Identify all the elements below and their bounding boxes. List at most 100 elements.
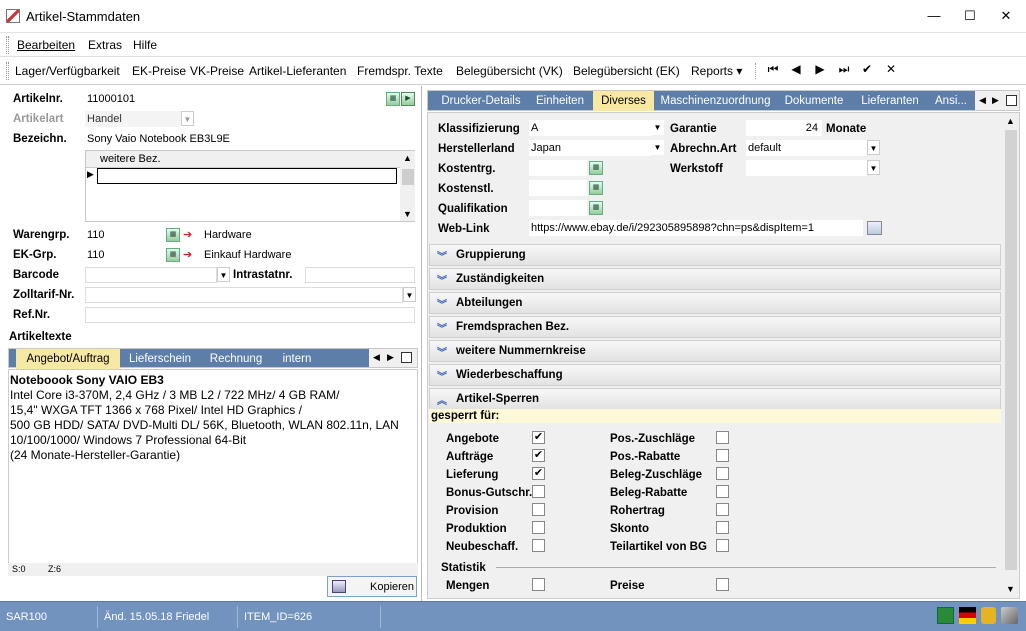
ekgrp-lookup-icon[interactable]: ▦	[166, 248, 180, 262]
section-wiederbeschaffung[interactable]: ︾ Wiederbeschaffung	[429, 364, 1001, 386]
sperre-checkbox[interactable]: ✔	[532, 467, 545, 480]
next-record-icon[interactable]: ▶	[811, 62, 829, 76]
tab-angebot-auftrag[interactable]: Angebot/Auftrag	[16, 349, 120, 369]
refnr-input[interactable]	[85, 307, 415, 323]
intrastat-input[interactable]	[305, 267, 415, 283]
barcode-input[interactable]	[85, 267, 217, 283]
abrechn-select[interactable]: default	[746, 140, 867, 156]
tab-maschinenzuordnung[interactable]: Maschinenzuordnung	[658, 91, 773, 111]
close-button[interactable]: ✕	[996, 6, 1016, 26]
warengrp-input[interactable]: 110	[85, 227, 165, 243]
excel-icon[interactable]	[937, 607, 954, 624]
toolbar-artikel-lieferanten[interactable]: Artikel-Lieferanten	[249, 64, 346, 78]
first-record-icon[interactable]: ⏮	[764, 62, 782, 77]
werkstoff-select[interactable]	[746, 160, 867, 176]
sperre-checkbox[interactable]	[716, 431, 729, 444]
werkstoff-dropdown-icon[interactable]: ▼	[867, 160, 880, 175]
cancel-x-icon[interactable]: ✕	[882, 62, 900, 76]
abrechn-dropdown-icon[interactable]: ▼	[867, 140, 880, 155]
scroll-thumb[interactable]	[402, 169, 414, 185]
tab-menu-icon[interactable]	[401, 352, 412, 363]
qualifikation-input[interactable]	[529, 200, 587, 216]
sperre-checkbox[interactable]	[716, 467, 729, 480]
detail-tab-menu-icon[interactable]	[1006, 95, 1017, 106]
zolltarif-dropdown-icon[interactable]: ▼	[403, 287, 416, 302]
tab-lieferanten[interactable]: Lieferanten	[855, 91, 925, 111]
toolbar-belegübersicht-vk[interactable]: Belegübersicht (VK)	[456, 64, 563, 78]
scroll-up-icon[interactable]: ▲	[403, 153, 412, 163]
sperre-checkbox[interactable]	[532, 521, 545, 534]
sperre-checkbox[interactable]: ✔	[532, 431, 545, 444]
ekgrp-input[interactable]: 110	[85, 247, 165, 263]
section-artikel-sperren[interactable]: ︽ Artikel-Sperren	[429, 388, 1001, 410]
artikelart-select[interactable]: Handel	[85, 111, 181, 127]
diverses-scroll-down-icon[interactable]: ▼	[1006, 584, 1015, 594]
tab-rechnung[interactable]: Rechnung	[200, 349, 272, 369]
tab-intern[interactable]: intern	[274, 349, 320, 369]
herstellerland-dropdown-icon[interactable]: ▼	[651, 140, 664, 155]
sperre-checkbox[interactable]	[716, 539, 729, 552]
scroll-down-icon[interactable]: ▼	[403, 209, 412, 219]
tab-scroll-right-icon[interactable]: ▶	[387, 352, 394, 363]
bezeichnung-input[interactable]: Sony Vaio Notebook EB3L9E	[85, 131, 415, 147]
zolltarif-input[interactable]	[85, 287, 403, 303]
prev-record-icon[interactable]: ◀	[787, 62, 805, 76]
section-abteilungen[interactable]: ︾ Abteilungen	[429, 292, 1001, 314]
open-link-icon[interactable]	[867, 221, 882, 235]
garantie-input[interactable]: 24	[746, 120, 822, 136]
tab-dokumente[interactable]: Dokumente	[779, 91, 849, 111]
toolbar-reports[interactable]: Reports ▾	[691, 64, 742, 78]
tab-lieferschein[interactable]: Lieferschein	[122, 349, 198, 369]
menu-extras[interactable]: Extras	[88, 38, 122, 52]
kostenstl-lookup-icon[interactable]: ▦	[589, 181, 603, 195]
tab-diverses[interactable]: Diverses	[593, 91, 654, 111]
qualifikation-lookup-icon[interactable]: ▦	[589, 201, 603, 215]
green-arrow-icon[interactable]: ▶	[401, 92, 415, 106]
section-gruppierung[interactable]: ︾ Gruppierung	[429, 244, 1001, 266]
toolbar-fremdspr-texte[interactable]: Fremdspr. Texte	[357, 64, 443, 78]
herstellerland-select[interactable]: Japan	[529, 140, 651, 156]
sperre-checkbox[interactable]: ✔	[532, 449, 545, 462]
menu-hilfe[interactable]: Hilfe	[133, 38, 157, 52]
tab-drucker-details[interactable]: Drucker-Details	[438, 91, 524, 111]
tools-icon[interactable]	[1001, 607, 1018, 624]
ekgrp-goto-icon[interactable]: ➔	[183, 248, 195, 262]
artikelart-dropdown-icon[interactable]: ▼	[181, 111, 194, 126]
lookup-icon[interactable]: ▦	[386, 92, 400, 106]
tab-scroll-left-icon[interactable]: ◀	[373, 352, 380, 363]
section-zustaendigkeiten[interactable]: ︾ Zuständigkeiten	[429, 268, 1001, 290]
lock-icon[interactable]	[981, 607, 996, 624]
klassifizierung-dropdown-icon[interactable]: ▼	[651, 120, 664, 135]
sperre-checkbox[interactable]	[532, 503, 545, 516]
menu-bearbeiten[interactable]: Bearbeiten	[17, 38, 75, 52]
mengen-checkbox[interactable]	[532, 578, 545, 591]
kostentrg-input[interactable]	[529, 160, 587, 176]
kostenstl-input[interactable]	[529, 180, 587, 196]
tab-einheiten[interactable]: Einheiten	[530, 91, 590, 111]
sperre-checkbox[interactable]	[532, 539, 545, 552]
kopieren-button[interactable]: Kopieren	[327, 576, 417, 597]
sperre-checkbox[interactable]	[532, 485, 545, 498]
warengrp-lookup-icon[interactable]: ▦	[166, 228, 180, 242]
save-check-icon[interactable]: ✔	[858, 62, 876, 76]
last-record-icon[interactable]: ⏭	[835, 62, 853, 77]
kostentrg-lookup-icon[interactable]: ▦	[589, 161, 603, 175]
diverses-scroll-up-icon[interactable]: ▲	[1006, 116, 1015, 126]
weblink-input[interactable]: https://www.ebay.de/i/292305895898?chn=p…	[529, 220, 863, 236]
sperre-checkbox[interactable]	[716, 521, 729, 534]
toolbar-lager[interactable]: Lager/Verfügbarkeit	[15, 64, 120, 78]
minimize-button[interactable]: —	[924, 6, 944, 26]
maximize-button[interactable]: ☐	[960, 6, 980, 26]
toolbar-ek-preise[interactable]: EK-Preise	[132, 64, 186, 78]
section-fremdsprachen[interactable]: ︾ Fremdsprachen Bez.	[429, 316, 1001, 338]
detail-tab-right-icon[interactable]: ▶	[992, 95, 999, 106]
sperre-checkbox[interactable]	[716, 485, 729, 498]
klassifizierung-select[interactable]: A	[529, 120, 651, 136]
toolbar-belegübersicht-ek[interactable]: Belegübersicht (EK)	[573, 64, 680, 78]
warengrp-goto-icon[interactable]: ➔	[183, 228, 195, 242]
weitere-bez-grid[interactable]: weitere Bez. ▶ ▲ ▼	[85, 150, 415, 222]
section-nummernkreise[interactable]: ︾ weitere Nummernkreise	[429, 340, 1001, 362]
barcode-dropdown-icon[interactable]: ▼	[217, 267, 230, 282]
artikeltext-editor[interactable]: Noteboook Sony VAIO EB3 Intel Core i3-37…	[8, 369, 418, 575]
preise-checkbox[interactable]	[716, 578, 729, 591]
